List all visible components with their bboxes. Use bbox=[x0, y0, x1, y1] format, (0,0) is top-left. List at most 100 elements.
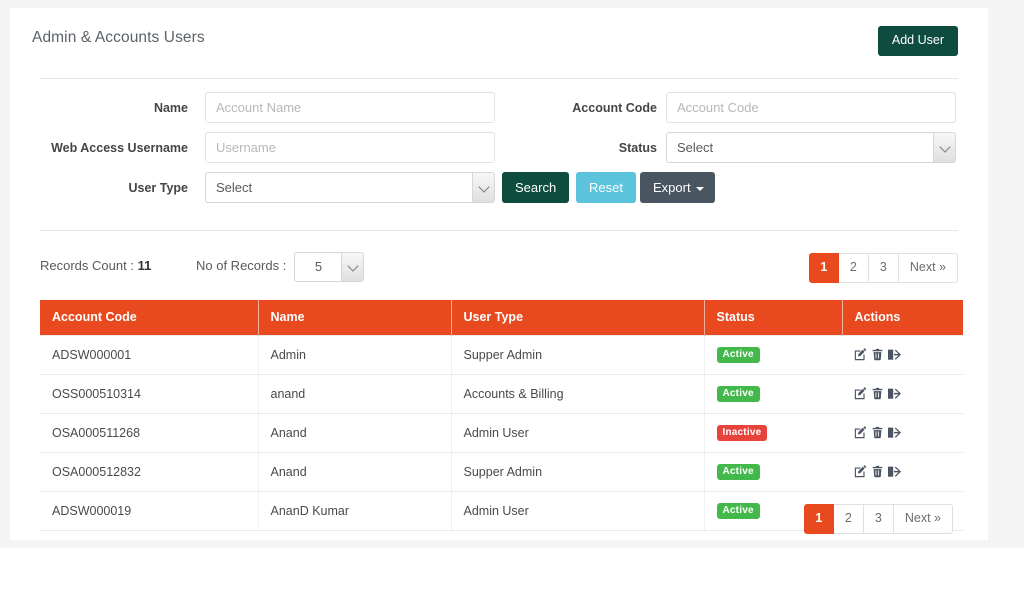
edit-icon[interactable] bbox=[854, 348, 867, 361]
login-as-icon[interactable] bbox=[888, 387, 901, 400]
cell-account-code: OSS000510314 bbox=[40, 374, 259, 414]
cell-account-code: OSA000512832 bbox=[40, 452, 259, 492]
pagination-page-2[interactable]: 2 bbox=[838, 253, 869, 283]
status-select-value: Select bbox=[677, 140, 714, 155]
cell-user-type: Admin User bbox=[451, 491, 705, 531]
form-row-account-code: Account Code bbox=[499, 92, 988, 124]
account-code-input[interactable] bbox=[666, 92, 956, 123]
pagination-page-1[interactable]: 1 bbox=[803, 504, 834, 534]
page-title: Admin & Accounts Users bbox=[32, 29, 205, 46]
name-label: Name bbox=[153, 101, 188, 115]
edit-icon[interactable] bbox=[854, 426, 867, 439]
caret-down-icon bbox=[695, 187, 704, 191]
table-header-row: Account Code Name User Type Status Actio… bbox=[40, 300, 963, 336]
status-label: Status bbox=[618, 141, 657, 155]
column-header-user-type: User Type bbox=[451, 300, 705, 336]
cell-name: Anand bbox=[258, 413, 452, 453]
column-header-name: Name bbox=[258, 300, 452, 336]
table-body: ADSW000001 Admin Supper Admin Active OSS0005… bbox=[40, 335, 963, 531]
table-row: OSS000510314 anand Accounts & Billing Activ… bbox=[40, 374, 963, 414]
form-row-status: Status Select bbox=[499, 132, 988, 164]
name-input[interactable] bbox=[205, 92, 495, 123]
user-type-select-value: Select bbox=[216, 180, 253, 195]
form-row-web-access-username: Web Access Username bbox=[10, 132, 499, 164]
cell-account-code: ADSW000001 bbox=[40, 335, 259, 375]
status-badge: Active bbox=[716, 386, 760, 402]
user-type-label: User Type bbox=[128, 181, 188, 195]
pagination-page-2[interactable]: 2 bbox=[833, 504, 864, 534]
status-badge: Active bbox=[716, 347, 760, 363]
cell-actions bbox=[842, 452, 963, 492]
pagination-page-1[interactable]: 1 bbox=[808, 253, 839, 283]
cell-status: Active bbox=[704, 452, 842, 492]
pagination-next[interactable]: Next » bbox=[893, 504, 953, 534]
edit-icon[interactable] bbox=[854, 387, 867, 400]
table-row: OSA000511268 Anand Admin User Inactive bbox=[40, 413, 963, 453]
delete-icon[interactable] bbox=[871, 348, 884, 361]
status-badge: Active bbox=[716, 503, 760, 519]
records-count: Records Count : 11 bbox=[40, 258, 151, 273]
login-as-icon[interactable] bbox=[888, 426, 901, 439]
no-of-records-label: No of Records : bbox=[196, 258, 287, 273]
search-filter-form: Name Account Code Web Access Username St… bbox=[10, 88, 988, 218]
account-code-label: Account Code bbox=[572, 101, 657, 115]
cell-user-type: Supper Admin bbox=[451, 452, 705, 492]
chevron-down-icon bbox=[933, 133, 955, 162]
edit-icon[interactable] bbox=[854, 465, 867, 478]
cell-actions bbox=[842, 374, 963, 414]
cell-name: Admin bbox=[258, 335, 452, 375]
cell-user-type: Supper Admin bbox=[451, 335, 705, 375]
pagination-next[interactable]: Next » bbox=[898, 253, 958, 283]
cell-actions bbox=[842, 413, 963, 453]
cell-actions bbox=[842, 335, 963, 375]
search-button[interactable]: Search bbox=[502, 172, 570, 203]
form-row-name: Name bbox=[10, 92, 499, 124]
form-divider bbox=[40, 230, 958, 231]
export-button-label: Export bbox=[653, 180, 691, 195]
user-type-select[interactable]: Select bbox=[205, 172, 495, 203]
cell-name: anand bbox=[258, 374, 452, 414]
row-action-buttons bbox=[854, 426, 963, 439]
cell-name: AnanD Kumar bbox=[258, 491, 452, 531]
chevron-down-icon bbox=[341, 253, 363, 281]
cell-user-type: Admin User bbox=[451, 413, 705, 453]
delete-icon[interactable] bbox=[871, 387, 884, 400]
status-badge: Inactive bbox=[716, 425, 768, 441]
records-count-value: 11 bbox=[137, 258, 152, 273]
web-access-username-label: Web Access Username bbox=[51, 141, 188, 155]
column-header-actions: Actions bbox=[842, 300, 963, 336]
pagination-page-3[interactable]: 3 bbox=[868, 253, 899, 283]
header-divider bbox=[40, 78, 958, 79]
cell-status: Active bbox=[704, 335, 842, 375]
column-header-status: Status bbox=[704, 300, 843, 336]
reset-button[interactable]: Reset bbox=[576, 172, 636, 203]
row-action-buttons bbox=[854, 387, 963, 400]
records-count-label: Records Count : bbox=[40, 258, 134, 273]
no-of-records-select[interactable]: 5 bbox=[294, 252, 364, 282]
login-as-icon[interactable] bbox=[888, 348, 901, 361]
status-badge: Active bbox=[716, 464, 760, 480]
cell-account-code: ADSW000019 bbox=[40, 491, 259, 531]
login-as-icon[interactable] bbox=[888, 465, 901, 478]
pagination-top: 1 2 3 Next » bbox=[808, 253, 958, 283]
column-header-account-code: Account Code bbox=[40, 300, 259, 336]
add-user-button[interactable]: Add User bbox=[877, 26, 958, 56]
row-action-buttons bbox=[854, 465, 963, 478]
export-button[interactable]: Export bbox=[640, 172, 715, 203]
delete-icon[interactable] bbox=[871, 426, 884, 439]
row-action-buttons bbox=[854, 348, 963, 361]
panel-header: Admin & Accounts Users Add User bbox=[10, 8, 988, 71]
form-row-user-type: User Type Select Search Reset Export bbox=[10, 172, 988, 204]
cell-name: Anand bbox=[258, 452, 452, 492]
admin-users-panel: Admin & Accounts Users Add User Name Acc… bbox=[10, 8, 988, 540]
table-row: ADSW000001 Admin Supper Admin Active bbox=[40, 335, 963, 375]
pagination-page-3[interactable]: 3 bbox=[863, 504, 894, 534]
no-of-records-value: 5 bbox=[314, 259, 323, 274]
users-table: Account Code Name User Type Status Actio… bbox=[40, 300, 963, 531]
web-access-username-input[interactable] bbox=[205, 132, 495, 163]
cell-status: Active bbox=[704, 374, 842, 414]
status-select[interactable]: Select bbox=[666, 132, 956, 163]
delete-icon[interactable] bbox=[871, 465, 884, 478]
cell-account-code: OSA000511268 bbox=[40, 413, 259, 453]
chevron-down-icon bbox=[472, 173, 494, 202]
